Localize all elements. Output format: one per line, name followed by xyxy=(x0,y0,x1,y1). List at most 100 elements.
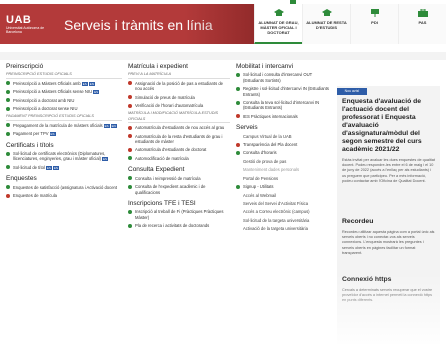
item-label: Preinscripció a Màsters Oficials amb xyxy=(13,80,81,86)
service-link[interactable]: Serveis del Servei d'Activitat Física xyxy=(236,201,332,206)
column-mobilitat: Mobilitat i intercanvi Sol·licitud i con… xyxy=(236,63,332,235)
list-item[interactable]: Enquestes de matrícula xyxy=(6,193,122,198)
status-dot xyxy=(6,106,10,111)
notice-text: Recordeu utilitzar aquesta pàgina com a … xyxy=(342,230,435,255)
list-item[interactable]: Preinscripció a doctorat amb NIU xyxy=(6,98,122,103)
status-dot xyxy=(6,131,10,136)
notice-https: Connexió https Cercals a determinats ser… xyxy=(342,276,435,304)
tab-pdi[interactable]: PDI xyxy=(350,4,398,44)
lang-badge[interactable]: EN xyxy=(110,123,117,128)
tab-alumnat-resta[interactable]: ALUMNAT DE RESTA D'ESTUDIS xyxy=(302,4,350,44)
list-item[interactable]: Automodificació de matrícula xyxy=(128,156,230,161)
list-item[interactable]: Consulta i reimpressió de matrícula xyxy=(128,176,230,181)
status-dot xyxy=(6,151,10,156)
status-dot xyxy=(236,86,240,91)
item-label: Consulta la teva sol·licitud d'intercanv… xyxy=(243,100,320,111)
status-dot xyxy=(236,114,240,119)
list-item[interactable]: Automatrícula d'estudiants de nou accés … xyxy=(128,125,230,130)
item-label: Transparència del Pla docent xyxy=(243,142,298,148)
item-label: Signup - Utilitats xyxy=(243,184,274,190)
logo-subtitle: Universitat Autònoma de Barcelona xyxy=(6,26,45,34)
graduation-cap-icon xyxy=(273,9,284,16)
notice-text: Cercals a determinats serveis recuperar … xyxy=(342,288,433,303)
status-dot xyxy=(6,89,10,94)
list-item[interactable]: Transparència del Pla docent xyxy=(236,142,332,147)
status-dot xyxy=(6,123,10,128)
service-link[interactable]: Accés al Webmail xyxy=(236,193,332,198)
list-item[interactable]: Sol·licitud de títol ES EN xyxy=(6,165,122,170)
service-link[interactable]: Portal de Pensions xyxy=(236,176,332,181)
list-item[interactable]: Consulta d'horaris xyxy=(236,150,332,155)
list-item[interactable]: Consulta de l'expedient acadèmic i de qu… xyxy=(128,184,230,195)
service-link[interactable]: Gestió de prova de pas xyxy=(236,159,332,164)
list-item[interactable]: Simulació de preus de matrícula xyxy=(128,95,230,100)
list-item[interactable]: Preinscripció a doctorat sense NIU xyxy=(6,106,122,111)
list-item[interactable]: Registre i sol·licitud d'intercanvi IN (… xyxy=(236,86,332,97)
lang-badge[interactable]: ES xyxy=(103,123,110,128)
item-label: Consulta i reimpressió de matrícula xyxy=(135,175,201,181)
status-dot xyxy=(236,100,240,105)
section-title: Inscripcions TFE i TESI xyxy=(128,199,196,207)
notice-enquesta: Enquesta d'avaluació de l'actuació docen… xyxy=(342,98,435,184)
item-label: Enquestes de satisfacció (assignatura i … xyxy=(13,184,118,190)
tab-label: ALUMNAT DE RESTA D'ESTUDIS xyxy=(306,20,347,30)
service-link[interactable]: Manteniment dades personals xyxy=(236,167,332,172)
lang-badge[interactable]: ES xyxy=(45,165,52,170)
notice-title: Connexió https xyxy=(342,276,392,283)
tab-pas[interactable]: PAS xyxy=(398,4,446,44)
notice-recordeu: Recordeu Recordeu utilitzar aquesta pàgi… xyxy=(342,218,435,256)
page-title: Serveis i tràmits en línia xyxy=(64,17,213,33)
status-dot xyxy=(236,142,240,147)
item-label: Sol·licitud de certificats electrònics (… xyxy=(13,151,106,162)
list-item[interactable]: Assignació de la posició de pas a estudi… xyxy=(128,81,230,92)
list-item[interactable]: Sol·licitud de certificats electrònics (… xyxy=(6,151,122,162)
uab-logo[interactable]: UAB Universitat Autònoma de Barcelona xyxy=(6,14,46,34)
item-label: Preinscripció a Màsters Oficials sense N… xyxy=(13,89,93,95)
list-item[interactable]: Verificació de l'horari d'automatrícula xyxy=(128,103,230,108)
lang-badge[interactable]: ES xyxy=(101,157,108,162)
list-item[interactable]: Preinscripció a Màsters Oficials amb ES EN xyxy=(6,81,122,86)
status-dot xyxy=(236,184,240,189)
item-label: Registre i sol·licitud d'intercanvi IN (… xyxy=(243,86,329,97)
lang-badge[interactable]: ES xyxy=(93,90,100,95)
status-dot xyxy=(128,134,132,139)
list-item[interactable]: Pla de recerca i activitats de doctorand… xyxy=(128,223,230,228)
list-item[interactable]: Signup - Utilitats xyxy=(236,184,332,189)
status-dot xyxy=(128,176,132,181)
lang-badge[interactable]: ES xyxy=(81,81,88,86)
item-label: Automatrícula d'estudiants de doctorat xyxy=(135,147,207,153)
subsection-title: PREINSCRIPCIÓ ESTUDIS OFICIALS xyxy=(6,72,122,79)
list-item[interactable]: Consulta la teva sol·licitud d'intercanv… xyxy=(236,100,332,111)
new-notice-badge: Nou avís! xyxy=(337,88,367,95)
list-item[interactable]: Pagament per TPV ES xyxy=(6,131,122,137)
service-link[interactable]: Activació de la targeta universitària xyxy=(236,226,332,231)
list-item[interactable]: Prepagament de la matrícula de màsters o… xyxy=(6,123,122,128)
status-dot xyxy=(236,151,240,156)
list-item[interactable]: Automatrícula d'estudiants de doctorat xyxy=(128,147,230,152)
list-item[interactable]: Sol·licitud i consulta d'intercanvi OUT … xyxy=(236,72,332,83)
item-label: Assignació de la posició de pas a estudi… xyxy=(135,80,223,92)
notice-text: Estàs invitat per avaluar les dues enque… xyxy=(342,158,435,183)
list-item[interactable]: Preinscripció a Màsters Oficials sense N… xyxy=(6,89,122,95)
notice-title[interactable]: Enquesta d'avaluació de l'actuació docen… xyxy=(342,98,435,154)
column-matricula: Matrícula i expedient PREVI A LA MATRÍCU… xyxy=(128,63,230,232)
lang-badge[interactable]: EN xyxy=(52,165,60,170)
page: UAB Universitat Autònoma de Barcelona Se… xyxy=(0,0,446,344)
list-item[interactable]: Enquestes de satisfacció (assignatura i … xyxy=(6,185,122,190)
lang-badge[interactable]: ES xyxy=(49,132,56,137)
briefcase-icon xyxy=(417,9,428,17)
section-title: Serveis xyxy=(236,124,258,132)
service-link[interactable]: Sol·licitud de la targeta universitària xyxy=(236,218,332,223)
item-label: Pla de recerca i activitats de doctorand… xyxy=(135,223,210,229)
status-dot xyxy=(128,125,132,130)
item-label: Pagament per TPV xyxy=(13,131,49,137)
list-item[interactable]: IES Pràctiques internacionals xyxy=(236,114,332,119)
tab-alumnat-grau[interactable]: ALUMNAT DE GRAU, MÀSTER OFICIAL I DOCTOR… xyxy=(254,4,302,44)
column-preinscripcio: Preinscripció PREINSCRIPCIÓ ESTUDIS OFIC… xyxy=(6,63,122,202)
service-link[interactable]: Campus Virtual de la UAB xyxy=(236,134,332,139)
item-label: Sol·licitud i consulta d'intercanvi OUT … xyxy=(243,72,313,83)
list-item[interactable]: Inscripció al treball de Fi (Pràctiques … xyxy=(128,209,230,220)
lang-badge[interactable]: EN xyxy=(88,81,95,86)
service-link[interactable]: Accés a Correu electrònic (campus) xyxy=(236,209,332,214)
list-item[interactable]: Automatrícula de la resta d'estudiants d… xyxy=(128,134,230,145)
